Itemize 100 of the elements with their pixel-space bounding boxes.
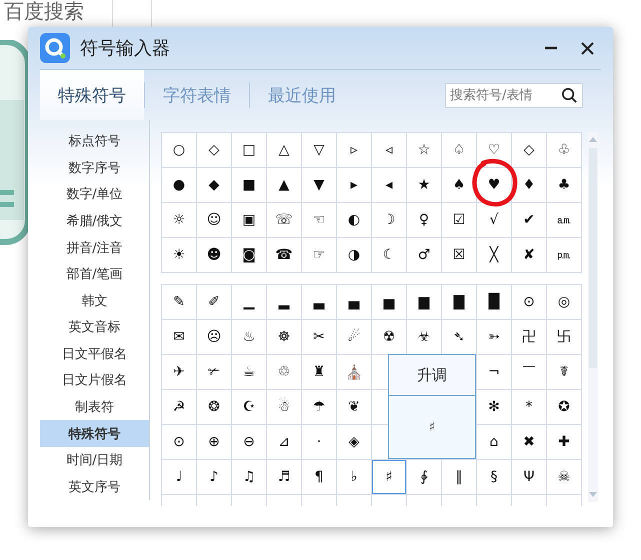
symbol-cell[interactable]: ▃ <box>302 285 336 319</box>
symbol-cell[interactable]: ㏂ <box>547 203 581 237</box>
symbol-cell[interactable]: ☞ <box>302 238 336 272</box>
symbol-cell[interactable]: ♲ <box>267 355 301 389</box>
category-item[interactable]: 日文平假名 <box>40 340 149 368</box>
symbol-cell[interactable]: ⊿ <box>267 425 301 459</box>
category-item[interactable]: 韩文 <box>40 287 149 314</box>
symbol-cell[interactable]: ✔ <box>512 203 546 237</box>
symbol-cell[interactable]: ☤ <box>547 355 581 389</box>
symbol-cell[interactable]: ☂ <box>302 390 336 424</box>
symbol-cell[interactable]: ♠ <box>442 168 476 202</box>
symbol-cell[interactable]: ♧ <box>547 133 581 167</box>
symbol-cell[interactable]: ✚ <box>547 425 581 459</box>
symbol-cell[interactable]: ◇ <box>512 133 546 167</box>
symbol-cell[interactable]: ☭ <box>162 390 196 424</box>
symbol-cell[interactable]: ▼ <box>302 168 336 202</box>
symbol-cell[interactable]: ￣ <box>512 355 546 389</box>
symbol-cell[interactable]: ○ <box>162 133 196 167</box>
symbol-cell[interactable]: ✎ <box>162 285 196 319</box>
symbol-cell[interactable]: ☠ <box>547 460 581 494</box>
symbol-cell[interactable]: · <box>302 425 336 459</box>
category-item[interactable]: 标点符号 <box>40 128 149 155</box>
symbol-cell[interactable]: ✘ <box>512 238 546 272</box>
symbol-cell[interactable]: ☄ <box>337 320 371 354</box>
symbol-cell[interactable]: 卍 <box>512 320 546 354</box>
category-item[interactable]: 数字/单位 <box>40 181 149 208</box>
symbol-cell[interactable]: ⌂ <box>477 425 511 459</box>
symbol-cell[interactable]: ☑ <box>442 203 476 237</box>
symbol-cell[interactable]: ✃ <box>197 355 231 389</box>
symbol-cell[interactable]: ♨ <box>232 320 266 354</box>
search-icon[interactable] <box>561 86 578 104</box>
symbol-cell[interactable]: ▽ <box>302 133 336 167</box>
symbol-cell[interactable]: ☕ <box>232 355 266 389</box>
symbol-cell[interactable]: ❦ <box>337 390 371 424</box>
search-field[interactable]: 搜索符号/表情 <box>445 82 583 108</box>
symbol-cell[interactable]: ✉ <box>162 320 196 354</box>
symbol-cell[interactable]: ∲ <box>407 460 441 494</box>
symbol-cell[interactable]: ✪ <box>547 390 581 424</box>
symbol-cell[interactable]: ♯ <box>372 460 406 494</box>
category-item[interactable]: 制表符 <box>40 394 149 420</box>
symbol-cell[interactable]: ☣ <box>407 320 441 354</box>
symbol-cell[interactable]: ☪ <box>232 390 266 424</box>
symbol-cell[interactable]: ‖ <box>442 460 476 494</box>
symbol-cell[interactable]: ▂ <box>267 285 301 319</box>
symbol-cell[interactable]: * <box>512 390 546 424</box>
category-item[interactable]: 英文序号 <box>40 474 149 500</box>
symbol-cell[interactable]: ♩ <box>162 460 196 494</box>
symbol-cell[interactable]: ✈ <box>162 355 196 389</box>
close-icon[interactable] <box>581 42 594 54</box>
minimize-icon[interactable] <box>545 46 557 50</box>
symbol-cell[interactable]: ☀ <box>162 238 196 272</box>
symbol-cell[interactable]: ☸ <box>267 320 301 354</box>
symbol-cell[interactable]: ㏘ <box>547 238 581 272</box>
symbol-cell[interactable]: ♬ <box>267 460 301 494</box>
scroll-down-icon[interactable] <box>589 492 597 498</box>
category-item[interactable]: 英文音标 <box>40 314 149 341</box>
symbol-cell[interactable]: ╳ <box>477 238 511 272</box>
symbol-cell[interactable]: ☾ <box>372 238 406 272</box>
symbol-cell[interactable]: ▇ <box>442 285 476 319</box>
symbol-cell[interactable]: ☜ <box>302 203 336 237</box>
symbol-cell[interactable]: ✂ <box>302 320 336 354</box>
symbol-cell[interactable]: ♂ <box>407 238 441 272</box>
category-item[interactable]: 部首/笔画 <box>40 260 149 288</box>
symbol-cell[interactable]: ♪ <box>197 460 231 494</box>
symbol-cell[interactable]: ❂ <box>197 390 231 424</box>
symbol-cell[interactable]: ☃ <box>267 390 301 424</box>
symbol-cell[interactable]: ⊖ <box>232 425 266 459</box>
symbol-cell[interactable]: § <box>477 460 511 494</box>
symbol-cell[interactable]: ◐ <box>337 203 371 237</box>
scrollbar[interactable] <box>588 132 598 502</box>
symbol-cell[interactable]: ★ <box>407 168 441 202</box>
scrollbar-thumb[interactable] <box>589 148 597 368</box>
symbol-cell[interactable]: ☆ <box>407 133 441 167</box>
symbol-cell[interactable]: ▁ <box>232 285 266 319</box>
symbol-cell[interactable]: ⊕ <box>197 425 231 459</box>
symbol-cell[interactable]: ☺ <box>197 203 231 237</box>
category-item[interactable]: 时间/日期 <box>40 446 149 474</box>
symbol-cell[interactable]: ● <box>162 168 196 202</box>
symbol-cell[interactable]: ♣ <box>547 168 581 202</box>
symbol-cell[interactable]: ♜ <box>302 355 336 389</box>
symbol-cell[interactable]: △ <box>267 133 301 167</box>
symbol-cell[interactable]: ☼ <box>162 203 196 237</box>
tab[interactable]: 特殊符号 <box>40 70 144 120</box>
symbol-cell[interactable]: √ <box>477 203 511 237</box>
symbol-cell[interactable]: ▸ <box>337 168 371 202</box>
category-item[interactable]: 特殊符号 <box>40 420 149 447</box>
symbol-cell[interactable]: ♀ <box>407 203 441 237</box>
symbol-cell[interactable]: ¶ <box>302 460 336 494</box>
symbol-cell[interactable]: ♤ <box>442 133 476 167</box>
symbol-cell[interactable]: ✖ <box>512 425 546 459</box>
symbol-cell[interactable]: ▄ <box>337 285 371 319</box>
symbol-cell[interactable]: ☹ <box>197 320 231 354</box>
symbol-cell[interactable]: ▅ <box>372 285 406 319</box>
symbol-cell[interactable]: ■ <box>232 168 266 202</box>
scroll-up-icon[interactable] <box>589 136 597 142</box>
symbol-cell[interactable]: ✐ <box>197 285 231 319</box>
symbol-cell[interactable]: ⊙ <box>512 285 546 319</box>
symbol-cell[interactable]: ▲ <box>267 168 301 202</box>
category-item[interactable]: 拼音/注音 <box>40 234 149 261</box>
symbol-cell[interactable]: ♫ <box>232 460 266 494</box>
